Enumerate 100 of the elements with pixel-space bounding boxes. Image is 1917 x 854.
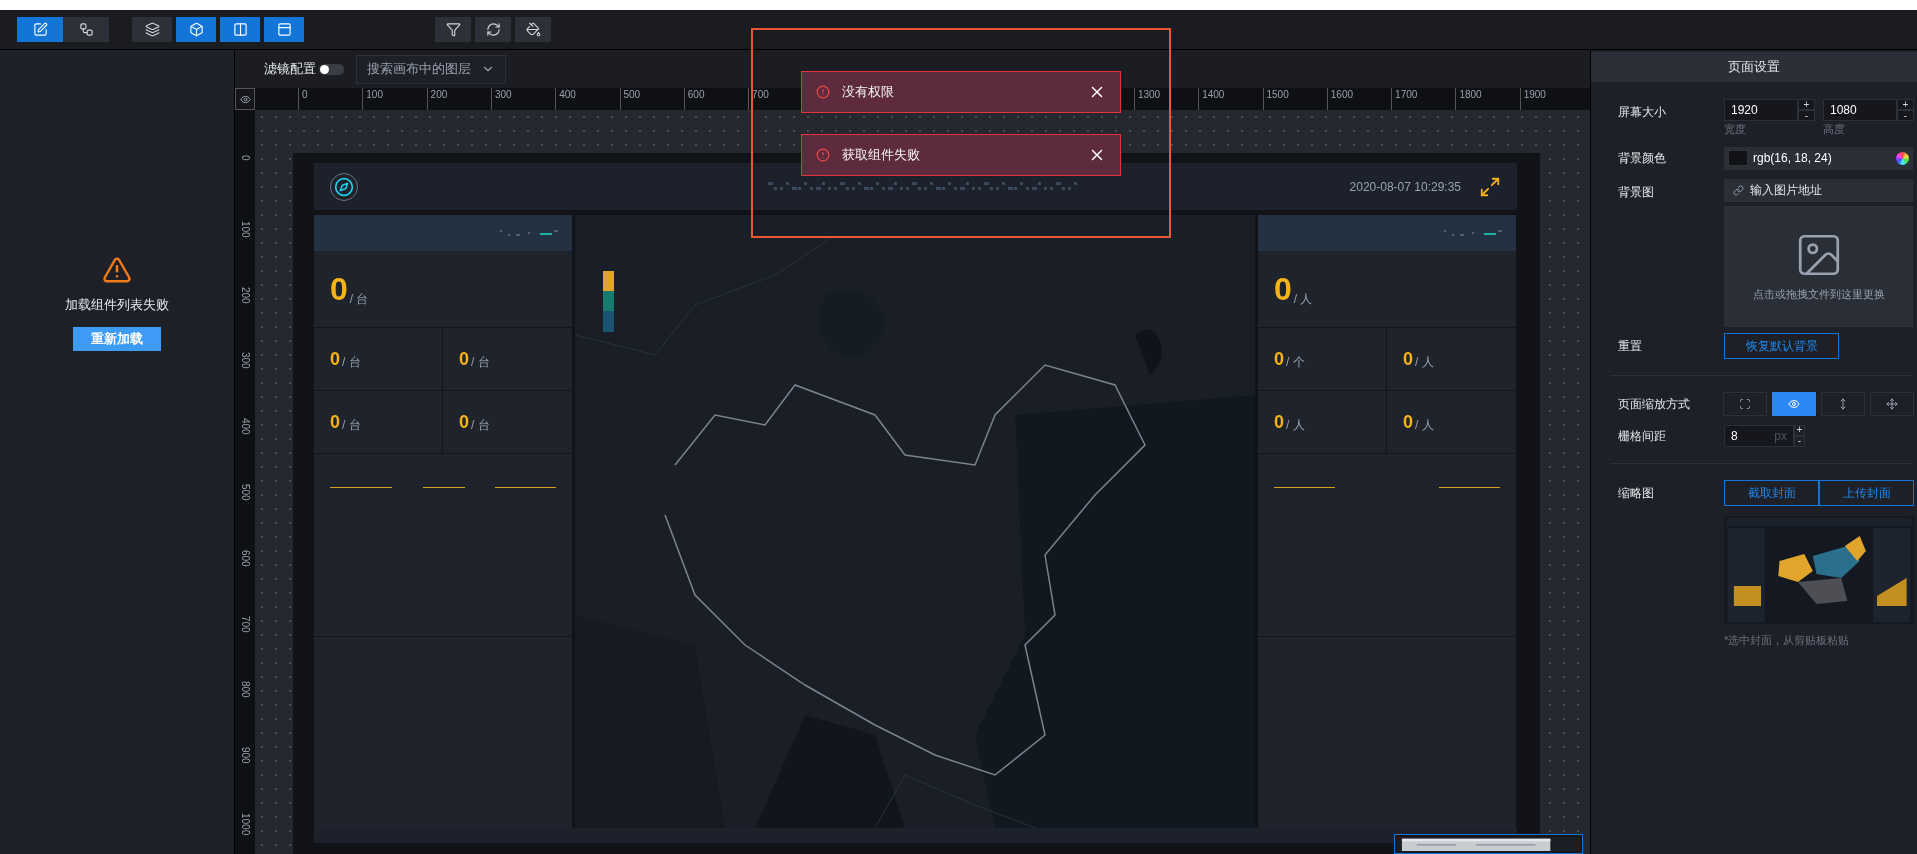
- error-icon: [816, 85, 830, 99]
- filter-label: 滤镜配置: [264, 60, 316, 79]
- stat-value: 0: [330, 273, 348, 305]
- ruler-label: 100: [239, 220, 251, 238]
- stat-unit: / 人: [1293, 293, 1313, 305]
- stat-unit: / 个: [1286, 356, 1305, 368]
- stat-unit: / 人: [1415, 419, 1434, 431]
- toolbar-button[interactable]: [63, 17, 109, 42]
- stat-unit: / 台: [342, 419, 361, 431]
- error-icon: [816, 148, 830, 162]
- field-label: 栅格间距: [1618, 427, 1667, 445]
- layer-search-dropdown[interactable]: 搜索画布中的图层: [356, 54, 506, 84]
- ruler-label: 200: [239, 286, 251, 304]
- stat-value: 0: [459, 350, 469, 368]
- field-caption: 宽度: [1724, 122, 1747, 137]
- fullscreen-icon[interactable]: [1479, 175, 1501, 198]
- field-label: 背景颜色: [1618, 150, 1667, 167]
- field-label: 缩略图: [1618, 484, 1655, 502]
- number-field[interactable]: 1920: [1724, 99, 1798, 121]
- thumbnail-hint: *选中封面，从剪贴板粘贴: [1724, 632, 1851, 648]
- stat-value: 0: [1274, 273, 1292, 305]
- toast-message: 没有权限: [842, 83, 894, 102]
- grid-spacing-field[interactable]: 8: [1731, 426, 1761, 445]
- stat-unit: / 人: [1286, 419, 1305, 431]
- color-value: rgb(16, 18, 24): [1753, 150, 1832, 167]
- ruler-label: 300: [239, 352, 251, 370]
- toast-message: 获取组件失败: [842, 146, 920, 165]
- dots-drawing: [1444, 228, 1504, 238]
- increment-button[interactable]: +: [1897, 99, 1914, 110]
- cover-button[interactable]: 上传封面: [1819, 479, 1914, 506]
- decrement-button[interactable]: -: [1794, 435, 1805, 447]
- toolbar-button[interactable]: [132, 17, 172, 42]
- layer-search-field[interactable]: 搜索画布中的图层: [367, 59, 477, 79]
- cube-icon: [188, 22, 204, 37]
- ruler-label: 800: [239, 681, 251, 699]
- ruler-corner[interactable]: [235, 88, 255, 110]
- stat-unit: / 人: [1415, 356, 1434, 368]
- field-label: 背景图: [1618, 183, 1655, 201]
- ruler-label: 700: [239, 615, 251, 633]
- upload-area[interactable]: 点击或拖拽文件到这里更换: [1724, 205, 1913, 327]
- stat-value: 0: [330, 413, 340, 431]
- filter-icon: [445, 22, 461, 37]
- color-wheel-icon[interactable]: [1896, 151, 1909, 165]
- increment-button[interactable]: +: [1794, 424, 1805, 436]
- field-label: 页面缩放方式: [1618, 395, 1691, 413]
- stat-unit: / 台: [349, 293, 369, 305]
- toolbar-button[interactable]: [515, 17, 551, 42]
- decrement-button[interactable]: -: [1798, 110, 1815, 121]
- flow-icon: [78, 22, 94, 37]
- eye-icon: [239, 93, 251, 105]
- field-label: 重置: [1618, 337, 1643, 355]
- scale-option[interactable]: [1772, 391, 1816, 416]
- layers-icon: [144, 22, 160, 37]
- ruler-label: 400: [239, 418, 251, 435]
- legend-drawing: [603, 271, 614, 332]
- stat-value: 0: [1274, 350, 1284, 368]
- cover-button[interactable]: 截取封面: [1724, 479, 1819, 506]
- eye-icon: [1788, 397, 1800, 410]
- error-message: 加载组件列表失败: [65, 296, 169, 314]
- stat-value: 0: [1274, 413, 1284, 431]
- spacing-input-box[interactable]: 8 px: [1724, 424, 1794, 447]
- field-caption: 高度: [1823, 122, 1846, 137]
- increment-button[interactable]: +: [1798, 99, 1815, 110]
- reset-background-button[interactable]: 恢复默认背景: [1724, 332, 1839, 359]
- ruler-label: 500: [239, 484, 251, 501]
- field-label: 屏幕大小: [1618, 104, 1667, 121]
- unit-label: px: [1774, 427, 1787, 445]
- dots-drawing: [500, 228, 560, 238]
- toolbar-button[interactable]: [435, 17, 471, 42]
- ruler-label: 900: [239, 747, 251, 764]
- columns-icon: [232, 22, 248, 37]
- color-field[interactable]: rgb(16, 18, 24): [1724, 146, 1913, 170]
- refresh-icon: [485, 22, 501, 37]
- ruler-label: 0: [239, 155, 251, 161]
- ruler-label: 1000: [239, 813, 251, 836]
- stat-value: 0: [459, 413, 469, 431]
- panel-icon: [276, 22, 292, 37]
- move-icon: [1886, 397, 1898, 410]
- link-icon: [1733, 184, 1744, 196]
- stat-value: 0: [1403, 413, 1413, 431]
- edit-icon: [32, 22, 48, 37]
- paint-bucket-icon: [525, 22, 541, 37]
- stat-unit: / 台: [471, 356, 490, 368]
- stat-value: 0: [330, 350, 340, 368]
- toolbar-button[interactable]: [475, 17, 511, 42]
- panel-title: 页面设置: [1728, 58, 1780, 77]
- datetime: 2020-08-07 10:29:35: [1349, 178, 1461, 196]
- ruler-label: 600: [239, 549, 251, 567]
- toolbar-button[interactable]: [176, 17, 216, 42]
- url-input-box[interactable]: 输入图片地址: [1724, 178, 1913, 202]
- warning-icon: [102, 255, 132, 285]
- number-field[interactable]: 1080: [1823, 99, 1897, 121]
- fit-icon: [1739, 397, 1751, 410]
- stat-value: 0: [1403, 350, 1413, 368]
- stat-unit: / 台: [471, 419, 490, 431]
- image-url-field[interactable]: 输入图片地址: [1750, 181, 1900, 199]
- upload-hint: 点击或拖拽文件到这里更换: [1752, 286, 1885, 302]
- decrement-button[interactable]: -: [1897, 110, 1914, 121]
- filter-toggle[interactable]: [319, 63, 344, 75]
- stat-unit: / 台: [342, 356, 361, 368]
